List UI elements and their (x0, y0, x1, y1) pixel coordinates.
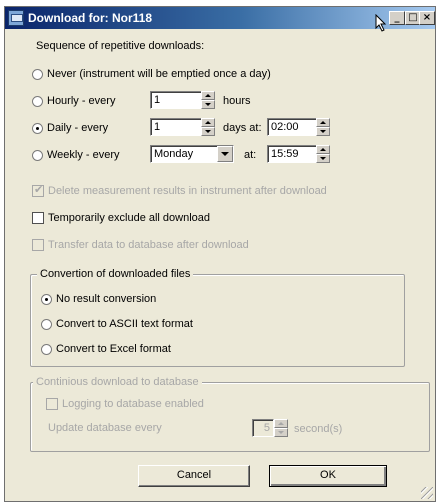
hourly-unit-label: hours (223, 95, 251, 107)
daily-spinner[interactable] (201, 118, 215, 136)
radio-weekly[interactable] (32, 150, 43, 161)
spin-up-icon[interactable] (201, 91, 215, 100)
weekly-time-spinner[interactable] (316, 145, 330, 163)
update-interval-input[interactable]: 5 (252, 419, 274, 437)
cancel-button[interactable]: Cancel (138, 465, 250, 487)
weekly-time-input[interactable]: 15:59 (267, 145, 317, 163)
radio-daily[interactable] (32, 123, 43, 134)
spin-down-icon[interactable] (316, 127, 330, 136)
ok-button[interactable]: OK (269, 465, 387, 487)
radio-hourly[interactable] (32, 96, 43, 107)
daily-time-input[interactable]: 02:00 (267, 118, 317, 136)
conversion-group-title: Convertion of downloaded files (37, 268, 194, 280)
radio-excel[interactable] (41, 344, 52, 355)
daily-interval-input[interactable]: 1 (150, 118, 206, 136)
radio-no-conversion[interactable] (41, 294, 52, 305)
spin-down-icon[interactable] (274, 428, 288, 437)
spin-up-icon[interactable] (316, 145, 330, 154)
exclude-download-checkbox[interactable] (32, 212, 44, 224)
daily-time-spinner[interactable] (316, 118, 330, 136)
logging-checkbox[interactable] (46, 398, 58, 410)
minimize-icon[interactable]: _ (389, 11, 405, 25)
radio-hourly-label[interactable]: Hourly - every (47, 95, 115, 107)
hourly-interval-input[interactable]: 1 (150, 91, 206, 109)
window-title: Download for: Nor118 (28, 11, 153, 25)
spin-down-icon[interactable] (201, 100, 215, 109)
update-interval-label: Update database every (48, 422, 162, 434)
app-icon (8, 10, 24, 26)
spin-up-icon[interactable] (201, 118, 215, 127)
radio-no-conversion-label[interactable]: No result conversion (56, 293, 156, 305)
radio-ascii[interactable] (41, 319, 52, 330)
delete-results-label: Delete measurement results in instrument… (48, 185, 327, 197)
spin-down-icon[interactable] (316, 154, 330, 163)
sequence-heading: Sequence of repetitive downloads: (36, 40, 205, 52)
exclude-download-label[interactable]: Temporarily exclude all download (48, 212, 210, 224)
logging-label: Logging to database enabled (62, 398, 204, 410)
dropdown-arrow-icon[interactable] (217, 146, 233, 162)
continuous-group (30, 382, 430, 452)
continuous-group-title: Continious download to database (33, 376, 202, 388)
spin-down-icon[interactable] (201, 127, 215, 136)
cursor-icon (375, 14, 387, 32)
update-unit-label: second(s) (294, 423, 343, 435)
radio-ascii-label[interactable]: Convert to ASCII text format (56, 318, 193, 330)
close-icon[interactable]: × (419, 11, 435, 25)
transfer-database-checkbox[interactable] (32, 239, 44, 251)
title-bar[interactable]: Download for: Nor118 _ □ × (5, 7, 435, 32)
radio-weekly-label[interactable]: Weekly - every (47, 149, 120, 161)
update-interval-spinner[interactable] (274, 419, 288, 437)
radio-daily-label[interactable]: Daily - every (47, 122, 108, 134)
delete-results-checkbox[interactable]: ✔ (32, 184, 44, 197)
radio-excel-label[interactable]: Convert to Excel format (56, 343, 171, 355)
download-dialog: Download for: Nor118 _ □ × Sequence of r… (4, 6, 436, 502)
spin-up-icon[interactable] (316, 118, 330, 127)
radio-never[interactable] (32, 69, 43, 80)
daily-unit-label: days at: (223, 122, 262, 134)
transfer-database-label: Transfer data to database after download (48, 239, 249, 251)
weekly-at-label: at: (244, 149, 257, 161)
checkmark-icon: ✔ (34, 184, 44, 196)
radio-never-label[interactable]: Never (instrument will be emptied once a… (47, 68, 271, 80)
size-grip-icon[interactable] (421, 487, 433, 499)
spin-up-icon[interactable] (274, 419, 288, 428)
hourly-spinner[interactable] (201, 91, 215, 109)
